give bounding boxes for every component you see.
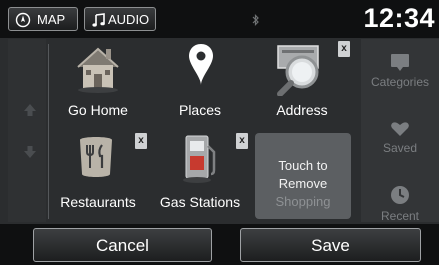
location-pin-icon: [189, 44, 213, 85]
scroll-down-icon[interactable]: [23, 145, 37, 159]
address-magnifier-icon: [277, 45, 319, 96]
music-note-icon: [92, 13, 105, 27]
tile-label: Address: [276, 102, 328, 118]
shortcut-go-home[interactable]: Go Home: [48, 40, 148, 124]
restaurant-icon: [80, 137, 112, 177]
sidebar-item-recent[interactable]: Recent: [361, 185, 439, 223]
shortcut-gas-stations[interactable]: Gas Stations: [150, 130, 250, 218]
cancel-button[interactable]: Cancel: [33, 228, 212, 262]
bluetooth-icon: [252, 14, 259, 26]
tile-label: Restaurants: [60, 194, 136, 210]
remove-shopping-label: Shopping: [275, 194, 331, 209]
sidebar-item-label: Recent: [380, 209, 420, 223]
sidebar-item-label: Saved: [382, 141, 418, 155]
heart-icon: [391, 122, 409, 136]
shortcut-places[interactable]: Places: [150, 40, 250, 124]
sidebar-item-categories[interactable]: Categories: [361, 53, 439, 89]
remove-restaurants-button[interactable]: x: [135, 133, 147, 149]
sidebar-item-saved[interactable]: Saved: [361, 121, 439, 155]
map-button[interactable]: MAP: [8, 7, 78, 31]
audio-button[interactable]: AUDIO: [84, 7, 156, 31]
remove-hint-line1: Touch to: [278, 158, 328, 173]
shortcut-restaurants[interactable]: Restaurants: [48, 130, 148, 218]
tile-label: Gas Stations: [159, 194, 241, 210]
house-icon: [77, 47, 119, 93]
categories-icon: [391, 54, 409, 71]
save-button[interactable]: Save: [240, 228, 421, 262]
scroll-up-icon[interactable]: [23, 103, 37, 117]
remove-shopping-tile[interactable]: Touch to Remove Shopping: [255, 133, 351, 219]
shortcut-address[interactable]: Address: [252, 40, 352, 124]
sidebar: Categories Saved Recent: [361, 39, 439, 223]
clock-icon: [391, 186, 409, 204]
tile-label: Places: [178, 102, 222, 118]
gas-pump-icon: [183, 135, 216, 183]
remove-address-button[interactable]: x: [338, 41, 350, 57]
clock: 12:34: [363, 3, 435, 33]
bottom-bar: Cancel Save: [0, 224, 439, 265]
audio-button-label: AUDIO: [108, 12, 150, 27]
top-bar: MAP AUDIO 12:34: [0, 0, 439, 38]
tile-label: Go Home: [68, 102, 128, 118]
remove-hint-line2: Remove: [278, 176, 328, 191]
remove-gas-stations-button[interactable]: x: [236, 133, 248, 149]
scroll-strip: [8, 39, 46, 222]
navigation-shortcut-edit-screen: MAP AUDIO 12:34 Go Home Places Address x…: [0, 0, 439, 265]
compass-icon: [15, 12, 31, 28]
sidebar-item-label: Categories: [370, 75, 430, 89]
map-button-label: MAP: [37, 12, 66, 27]
